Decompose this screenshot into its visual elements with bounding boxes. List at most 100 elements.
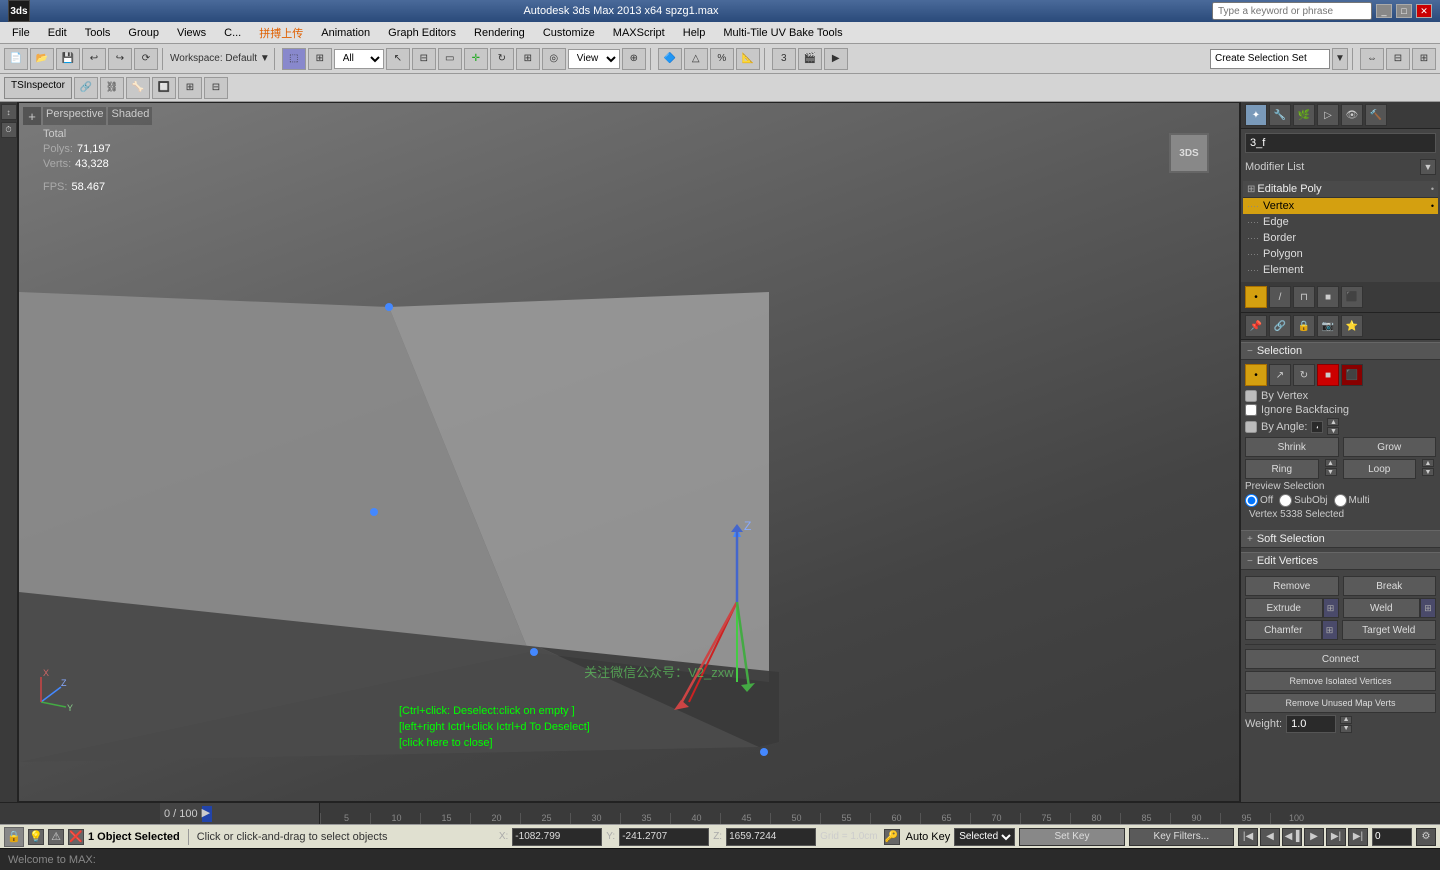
- loop-down-btn[interactable]: ▼: [1422, 468, 1434, 476]
- create-selection-arrow[interactable]: ▼: [1332, 48, 1348, 70]
- status-lock-icon[interactable]: 🔒: [4, 827, 24, 847]
- tb-num-3[interactable]: 3: [772, 48, 796, 70]
- tb-open[interactable]: 📂: [30, 48, 54, 70]
- menu-edit[interactable]: Edit: [40, 25, 75, 41]
- panel-tab-display[interactable]: 👁: [1341, 104, 1363, 126]
- loop-up-btn[interactable]: ▲: [1422, 459, 1434, 467]
- panel-action-link[interactable]: 🔗: [1269, 315, 1291, 337]
- radio-multi[interactable]: [1334, 494, 1347, 507]
- tb-percent-snap[interactable]: %: [710, 48, 734, 70]
- panel-tab-hierarchy[interactable]: 🌿: [1293, 104, 1315, 126]
- panel-action-pin[interactable]: 📌: [1245, 315, 1267, 337]
- subobj-border-icon[interactable]: ⊓: [1293, 286, 1315, 308]
- x-coord-input[interactable]: [512, 828, 602, 846]
- shrink-button[interactable]: Shrink: [1245, 437, 1339, 457]
- menu-upload[interactable]: 拼搏上传: [251, 23, 311, 43]
- menu-help[interactable]: Help: [675, 25, 714, 41]
- radio-subobj-label[interactable]: SubObj: [1279, 494, 1327, 507]
- target-weld-button[interactable]: Target Weld: [1342, 620, 1437, 640]
- tb-align[interactable]: ⊟: [1386, 48, 1410, 70]
- chamfer-settings-btn[interactable]: ⊞: [1322, 620, 1338, 640]
- radio-off[interactable]: [1245, 494, 1258, 507]
- z-coord-input[interactable]: [726, 828, 816, 846]
- tb-rect-select[interactable]: ▭: [438, 48, 462, 70]
- menu-tools[interactable]: Tools: [77, 25, 119, 41]
- tb2-select-similar[interactable]: ⊟: [204, 77, 228, 99]
- chamfer-button[interactable]: Chamfer: [1245, 620, 1322, 640]
- pb-go-start[interactable]: |◀: [1238, 828, 1258, 846]
- tb2-link[interactable]: 🔗: [74, 77, 98, 99]
- object-name-field[interactable]: [1245, 133, 1436, 153]
- panel-tab-create[interactable]: ✦: [1245, 104, 1267, 126]
- subobj-edge-icon[interactable]: /: [1269, 286, 1291, 308]
- edit-vertices-header[interactable]: − Edit Vertices: [1241, 552, 1440, 570]
- all-dropdown[interactable]: All: [334, 49, 384, 69]
- panel-action-lock[interactable]: 🔒: [1293, 315, 1315, 337]
- menu-customize[interactable]: Customize: [535, 25, 603, 41]
- remove-button[interactable]: Remove: [1245, 576, 1339, 596]
- loop-button[interactable]: Loop: [1343, 459, 1417, 479]
- pb-time-config[interactable]: ⚙: [1416, 828, 1436, 846]
- close-button[interactable]: ✕: [1416, 4, 1432, 18]
- tb-align2[interactable]: ⊞: [1412, 48, 1436, 70]
- maximize-button[interactable]: □: [1396, 4, 1412, 18]
- tb-select-obj[interactable]: ↖: [386, 48, 410, 70]
- ignore-backfacing-checkbox[interactable]: [1245, 404, 1257, 416]
- tb-spinner-snap[interactable]: 📐: [736, 48, 760, 70]
- tb-redo[interactable]: ↪: [108, 48, 132, 70]
- ts-inspector-button[interactable]: TSInspector: [4, 77, 72, 99]
- modifier-dropdown-arrow[interactable]: ▼: [1420, 159, 1436, 175]
- by-angle-down[interactable]: ▼: [1327, 427, 1339, 435]
- menu-animation[interactable]: Animation: [313, 25, 378, 41]
- y-coord-input[interactable]: [619, 828, 709, 846]
- menu-views[interactable]: Views: [169, 25, 214, 41]
- tb2-unlink[interactable]: ⛓: [100, 77, 124, 99]
- tb-select2[interactable]: ⊞: [308, 48, 332, 70]
- sel-vertex-icon[interactable]: •: [1245, 364, 1267, 386]
- ring-up-btn[interactable]: ▲: [1325, 459, 1337, 467]
- by-angle-up[interactable]: ▲: [1327, 418, 1339, 426]
- selection-section-header[interactable]: − Selection: [1241, 342, 1440, 360]
- tb2-bone[interactable]: 🦴: [126, 77, 150, 99]
- menu-group[interactable]: Group: [120, 25, 167, 41]
- menu-graph-editors[interactable]: Graph Editors: [380, 25, 464, 41]
- panel-action-camera[interactable]: 📷: [1317, 315, 1339, 337]
- selected-dropdown[interactable]: Selected: [954, 828, 1015, 846]
- tree-element[interactable]: ···· Element: [1243, 262, 1438, 278]
- tree-border[interactable]: ···· Border: [1243, 230, 1438, 246]
- tb-undo[interactable]: ↩: [82, 48, 106, 70]
- status-error-icon[interactable]: ❌: [68, 829, 84, 845]
- radio-multi-label[interactable]: Multi: [1334, 494, 1370, 507]
- tb-scale[interactable]: ⊞: [516, 48, 540, 70]
- tb-save[interactable]: 💾: [56, 48, 80, 70]
- tb-select[interactable]: ⬚: [282, 48, 306, 70]
- status-warning-icon[interactable]: ⚠: [48, 829, 64, 845]
- radio-subobj[interactable]: [1279, 494, 1292, 507]
- viewport[interactable]: Z Z Y X + Perspective Shaded Tota: [18, 102, 1240, 802]
- tree-vertex[interactable]: ···· Vertex •: [1243, 198, 1438, 214]
- tb-snap[interactable]: 🔷: [658, 48, 682, 70]
- tb-mirror[interactable]: ⇔: [1360, 48, 1384, 70]
- break-button[interactable]: Break: [1343, 576, 1437, 596]
- timeline-arrow-right[interactable]: ▶: [202, 806, 212, 822]
- tb-render-frame[interactable]: 🎬: [798, 48, 822, 70]
- tb-select-region[interactable]: ⊟: [412, 48, 436, 70]
- menu-file[interactable]: File: [4, 25, 38, 41]
- key-icon[interactable]: 🔑: [884, 829, 900, 845]
- tb-angle-snap[interactable]: △: [684, 48, 708, 70]
- tb2-bind[interactable]: 🔲: [152, 77, 176, 99]
- panel-tab-utilities[interactable]: 🔨: [1365, 104, 1387, 126]
- left-tb-time[interactable]: ⏱: [1, 122, 17, 138]
- tree-edge[interactable]: ···· Edge: [1243, 214, 1438, 230]
- status-info-icon[interactable]: 💡: [28, 829, 44, 845]
- key-filters-button[interactable]: Key Filters...: [1129, 828, 1234, 846]
- soft-selection-header[interactable]: + Soft Selection: [1241, 530, 1440, 548]
- sel-border-icon[interactable]: ↻: [1293, 364, 1315, 386]
- pb-next-frame[interactable]: ▶|: [1326, 828, 1346, 846]
- remove-isolated-button[interactable]: Remove Isolated Vertices: [1245, 671, 1436, 691]
- radio-off-label[interactable]: Off: [1245, 494, 1273, 507]
- create-selection-input[interactable]: [1210, 49, 1330, 69]
- tree-polygon[interactable]: ···· Polygon: [1243, 246, 1438, 262]
- set-key-button[interactable]: Set Key: [1019, 828, 1124, 846]
- pb-go-end[interactable]: ▶|: [1348, 828, 1368, 846]
